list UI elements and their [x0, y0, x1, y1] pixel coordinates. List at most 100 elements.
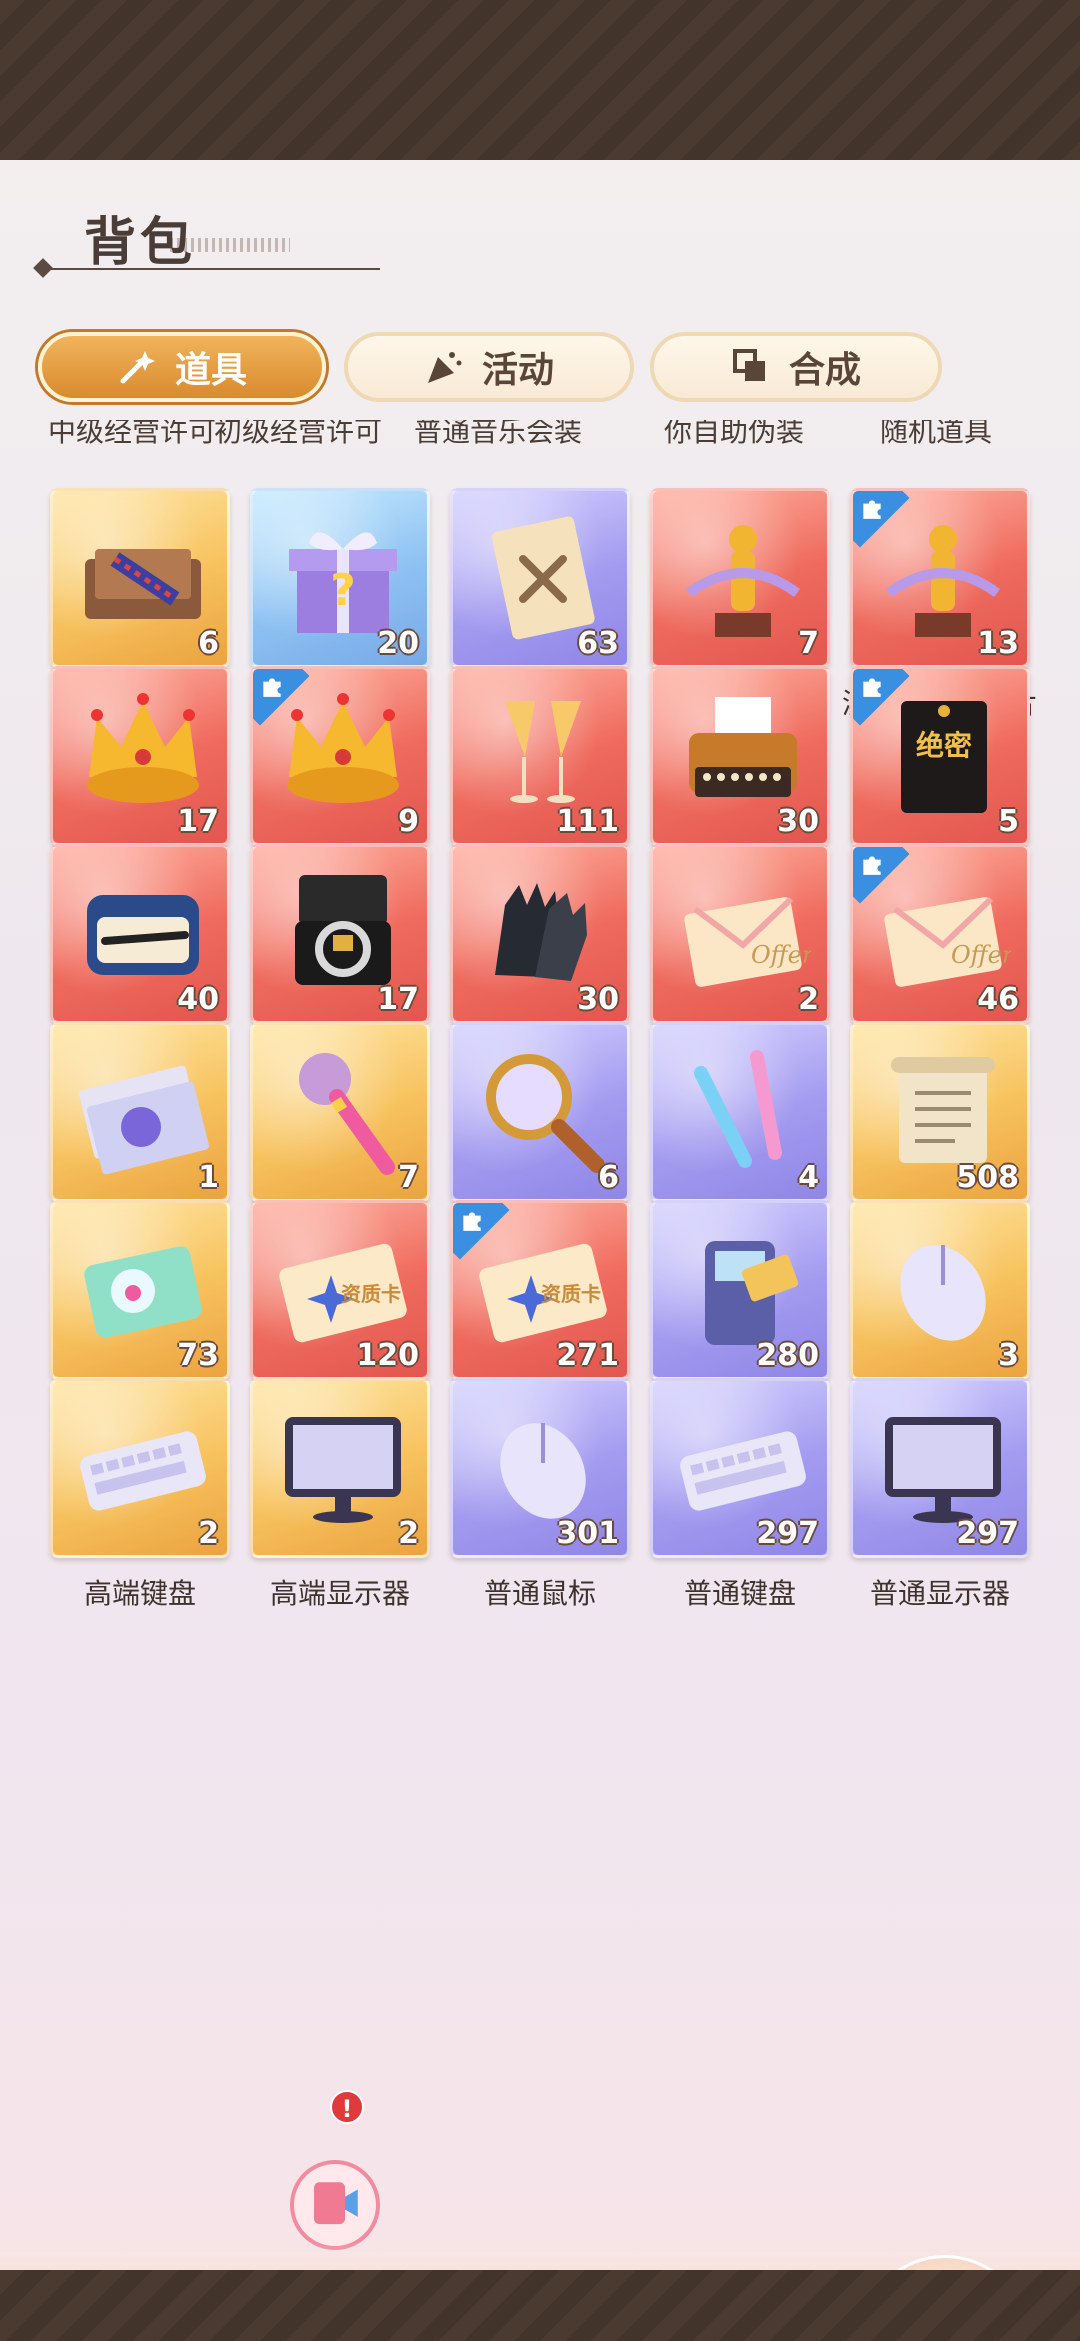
- item-count: 20: [377, 626, 419, 661]
- item-tile[interactable]: 1: [50, 1022, 230, 1202]
- item-count: 2: [798, 982, 819, 1017]
- puzzle-piece-icon: [459, 1207, 485, 1239]
- item-count: 7: [398, 1160, 419, 1195]
- item-tile[interactable]: 301: [450, 1378, 630, 1558]
- item-tile[interactable]: 40: [50, 844, 230, 1024]
- tie-box-icon: [75, 509, 211, 645]
- puzzle-piece-icon: [859, 673, 885, 705]
- item-label: 普通显示器: [869, 1577, 1010, 1610]
- monitor-icon: [275, 1399, 411, 1535]
- item-cell[interactable]: 2 高端显示器: [250, 1378, 430, 1612]
- item-count: 17: [377, 982, 419, 1017]
- item-count: 73: [177, 1338, 219, 1373]
- pos-terminal-icon: [675, 1221, 811, 1357]
- qualification-card-icon: 资质卡: [275, 1221, 411, 1357]
- item-tile[interactable]: 2: [250, 1378, 430, 1558]
- item-tile[interactable]: 63: [450, 488, 630, 668]
- shopping-street-icon: [215, 2260, 355, 2270]
- typewriter-icon: [675, 687, 811, 823]
- item-tile[interactable]: 17: [50, 666, 230, 846]
- item-count: 120: [356, 1338, 419, 1373]
- item-tile[interactable]: 17: [250, 844, 430, 1024]
- item-tile[interactable]: 6: [50, 488, 230, 668]
- item-count: 30: [777, 804, 819, 839]
- bottom-decor-band: [0, 2270, 1080, 2341]
- item-count: 301: [556, 1516, 619, 1551]
- item-cell[interactable]: 297 普通显示器: [850, 1378, 1030, 1612]
- nav-item-4[interactable]: 影视城: [710, 2260, 880, 2270]
- offer-letter-icon: Offer: [675, 865, 815, 1001]
- item-tile[interactable]: 绝密 5: [850, 666, 1030, 846]
- nav-item-5[interactable]: 背包: [860, 2255, 1030, 2270]
- item-count: 111: [556, 804, 619, 839]
- item-tile[interactable]: 9: [250, 666, 430, 846]
- item-count: 280: [756, 1338, 819, 1373]
- invitation-tickets-icon: [75, 1043, 211, 1179]
- nav-item-2[interactable]: 关卡: [370, 2260, 540, 2270]
- delivery-truck-icon: [385, 2260, 525, 2270]
- item-count: 6: [198, 626, 219, 661]
- item-tile[interactable]: 2: [50, 1378, 230, 1558]
- item-tile[interactable]: 资质卡 120: [250, 1200, 430, 1380]
- item-tile[interactable]: 280: [650, 1200, 830, 1380]
- item-tile[interactable]: 13: [850, 488, 1030, 668]
- item-label: 普通鼠标: [483, 1577, 596, 1610]
- item-tile[interactable]: 297: [850, 1378, 1030, 1558]
- item-tile[interactable]: 3: [850, 1200, 1030, 1380]
- trophy-icon: [675, 509, 811, 645]
- puzzle-piece-icon: [859, 495, 885, 527]
- mouse-icon: [875, 1221, 1011, 1357]
- mouse-icon: [475, 1399, 611, 1535]
- video-reward-button[interactable]: [290, 2160, 380, 2250]
- item-cell[interactable]: 297 普通键盘: [650, 1378, 830, 1612]
- svg-text:绝密: 绝密: [916, 729, 972, 762]
- blueprint-scroll-icon: [875, 1043, 1011, 1179]
- item-tile[interactable]: 73: [50, 1200, 230, 1380]
- puzzle-piece-icon: [859, 851, 885, 883]
- item-tile[interactable]: 7: [650, 488, 830, 668]
- keyboard-icon: [75, 1399, 211, 1535]
- bottom-nav: 百货商业街关卡伙伴影视城背包: [0, 2240, 1080, 2270]
- ring-box-icon: [275, 865, 411, 1001]
- secret-file-icon: 绝密: [875, 687, 1011, 823]
- chef-partner-icon: [555, 2260, 695, 2270]
- item-count: 4: [798, 1160, 819, 1195]
- item-tile[interactable]: 297: [650, 1378, 830, 1558]
- item-count: 13: [977, 626, 1019, 661]
- champagne-glasses-icon: [475, 687, 611, 823]
- item-cell[interactable]: 301 普通鼠标: [450, 1378, 630, 1612]
- nav-item-3[interactable]: 伙伴: [540, 2260, 710, 2270]
- item-tile[interactable]: 508: [850, 1022, 1030, 1202]
- item-count: 297: [756, 1516, 819, 1551]
- item-count: 7: [798, 626, 819, 661]
- item-tile[interactable]: 30: [650, 666, 830, 846]
- item-count: 508: [956, 1160, 1019, 1195]
- item-count: 5: [998, 804, 1019, 839]
- item-tile[interactable]: 111: [450, 666, 630, 846]
- puzzle-piece-icon: [259, 673, 285, 705]
- pen-case-icon: [75, 865, 211, 1001]
- item-tile[interactable]: 7: [250, 1022, 430, 1202]
- item-tile[interactable]: 4: [650, 1022, 830, 1202]
- item-tile[interactable]: 6: [450, 1022, 630, 1202]
- item-label: 高端显示器: [269, 1577, 410, 1610]
- crown-icon: [75, 687, 211, 823]
- item-count: 2: [198, 1516, 219, 1551]
- item-count: 3: [998, 1338, 1019, 1373]
- item-tile[interactable]: Offer 2: [650, 844, 830, 1024]
- nav-item-0[interactable]: 百货: [30, 2260, 200, 2270]
- item-tile[interactable]: ? 20: [250, 488, 430, 668]
- backpack-panel: 背包 道具 活动 合成 中级经营许可 初级经营许可 普通音乐会装 你自助伪装 随…: [0, 160, 1080, 2270]
- gloves-icon: [475, 865, 611, 1001]
- monitor-icon: [875, 1399, 1011, 1535]
- item-count: 271: [556, 1338, 619, 1373]
- film-reel-icon: [725, 2260, 865, 2270]
- nav-item-1[interactable]: 商业街: [200, 2260, 370, 2270]
- item-tile[interactable]: 30: [450, 844, 630, 1024]
- top-decor-band: [0, 0, 1080, 160]
- item-tile[interactable]: 资质卡 271: [450, 1200, 630, 1380]
- item-tile[interactable]: Offer 46: [850, 844, 1030, 1024]
- item-cell[interactable]: 2 高端键盘: [50, 1378, 230, 1612]
- microphone-icon: [275, 1043, 411, 1179]
- item-count: 46: [977, 982, 1019, 1017]
